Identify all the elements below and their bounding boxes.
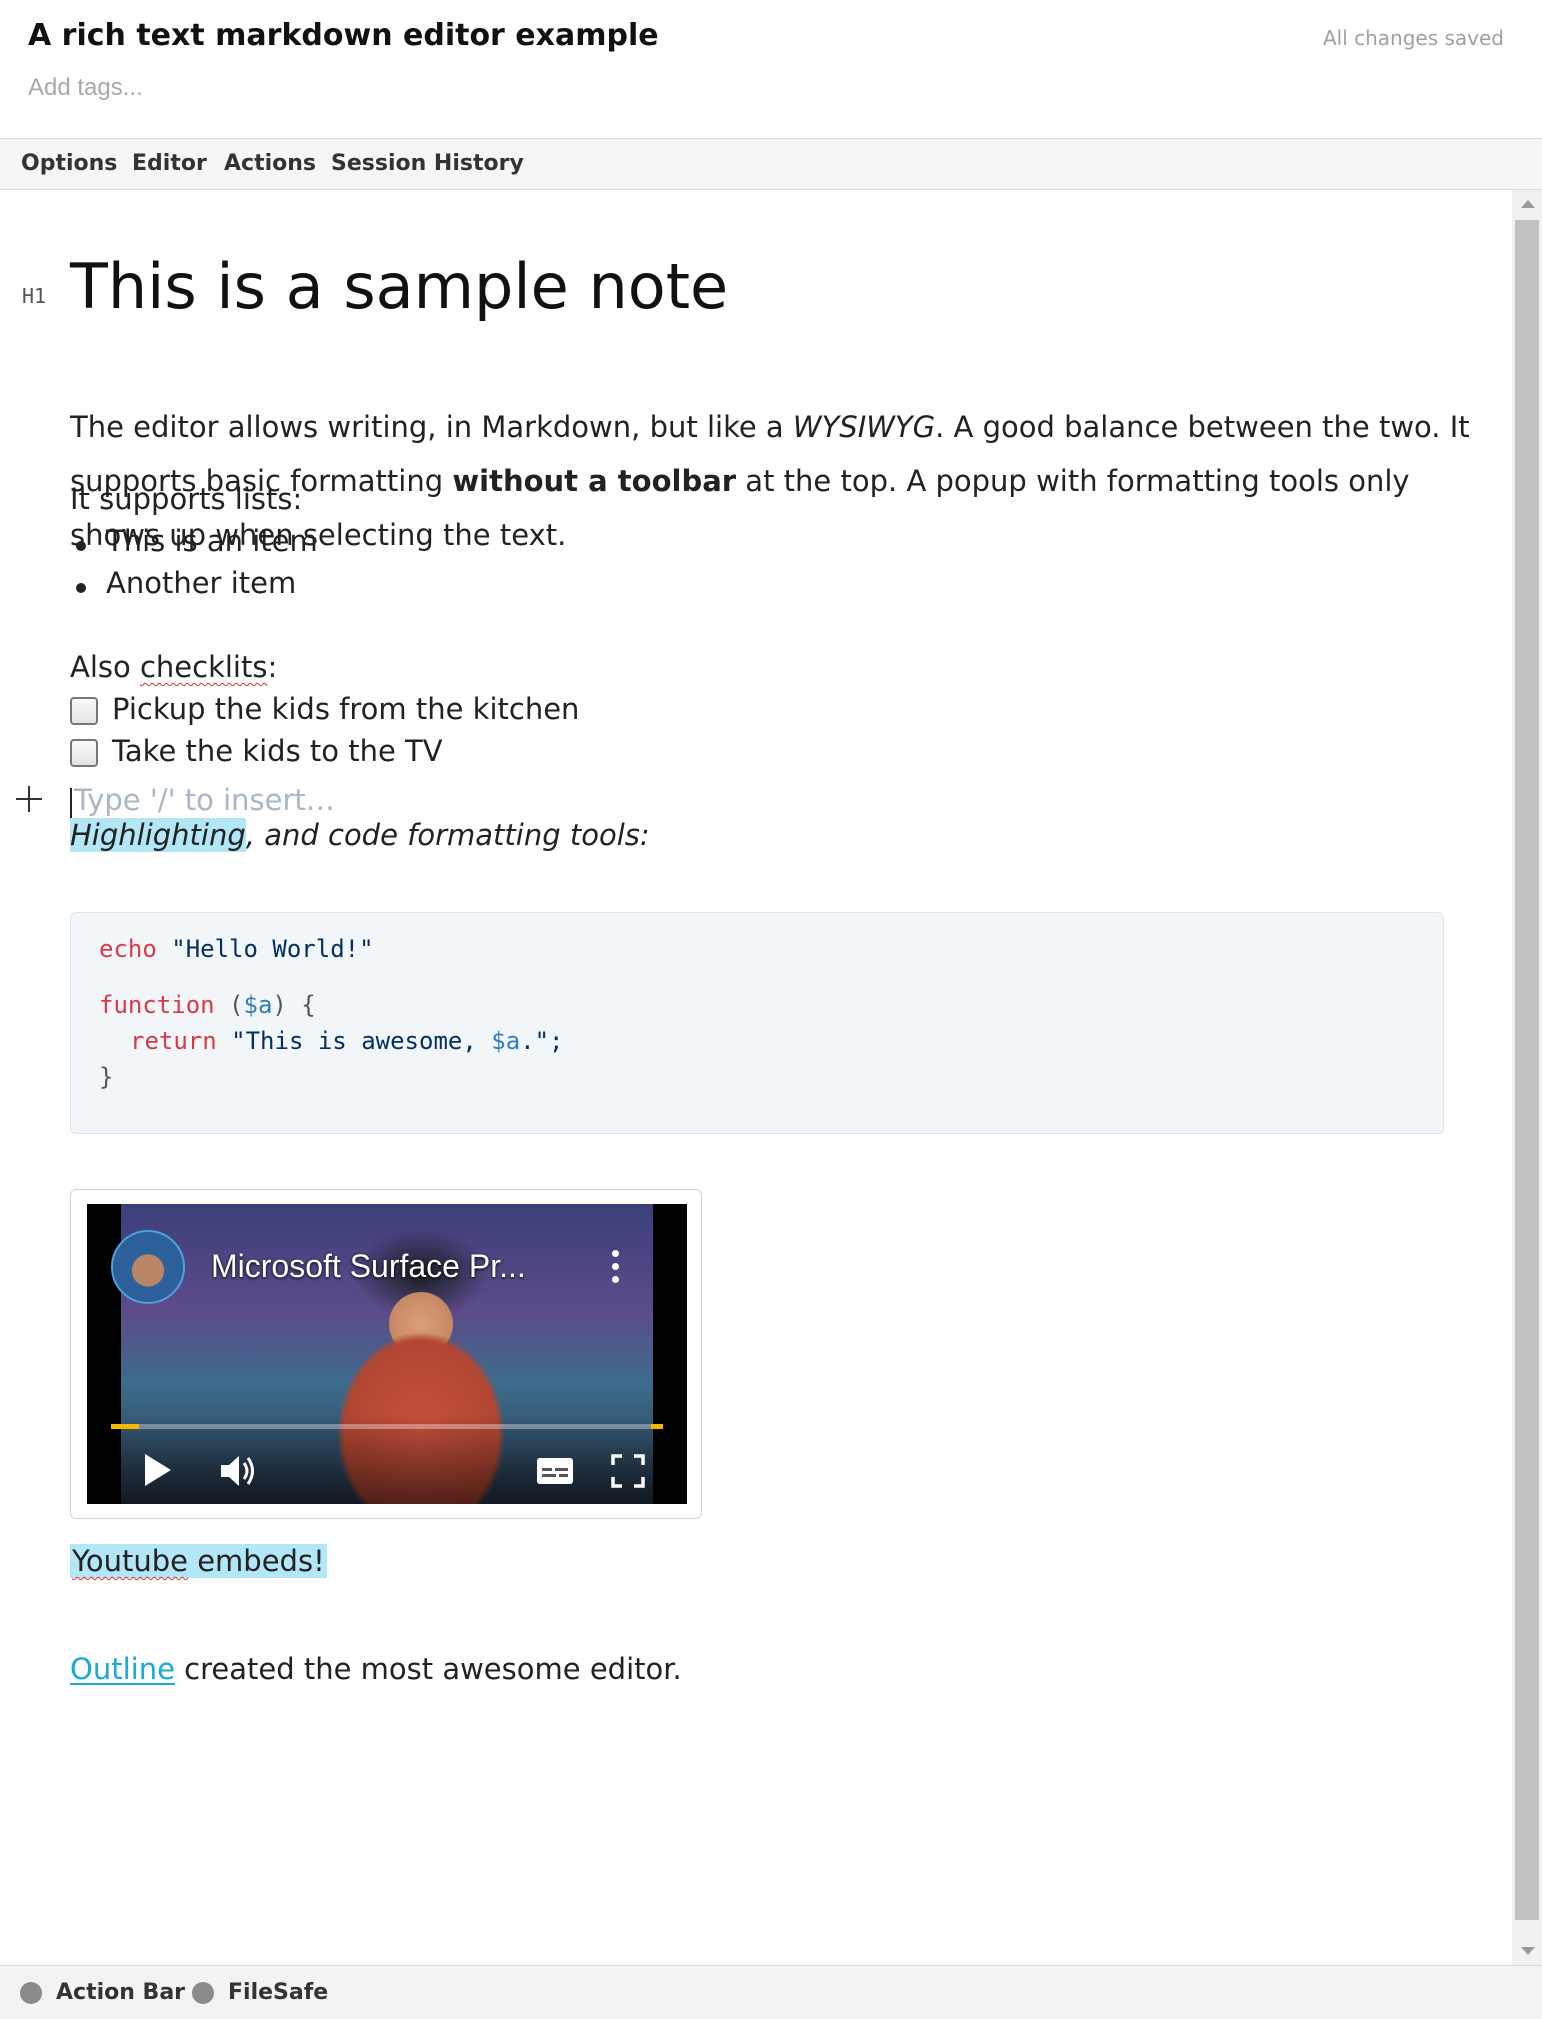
list-item[interactable]: Another item xyxy=(106,566,296,600)
play-icon[interactable] xyxy=(145,1454,171,1486)
misspelled-word: checklits xyxy=(139,650,268,684)
code-punctuation: ( xyxy=(214,991,244,1019)
tags-input[interactable]: Add tags... xyxy=(28,74,143,102)
footer-action-bar[interactable]: Action Bar xyxy=(56,1980,185,2005)
checklist-item[interactable]: Pickup the kids from the kitchen xyxy=(112,692,579,726)
scroll-up-arrow-icon[interactable] xyxy=(1521,200,1535,208)
lists-label[interactable]: It supports lists: xyxy=(70,482,302,516)
note-title[interactable]: A rich text markdown editor example xyxy=(28,18,659,53)
highlighted-text: Highlighting xyxy=(70,818,246,852)
volume-icon[interactable] xyxy=(219,1454,255,1488)
code-keyword: return xyxy=(130,1027,217,1055)
intro-emphasis: WYSIWYG xyxy=(792,410,936,444)
video-progress-marker xyxy=(651,1424,663,1429)
code-block[interactable]: echo "Hello World!" function ($a) { retu… xyxy=(70,912,1444,1134)
highlight-line-rest: , and code formatting tools: xyxy=(245,818,650,852)
captions-icon[interactable] xyxy=(537,1458,573,1484)
code-line: return "This is awesome, $a."; xyxy=(130,1027,564,1055)
note-header: A rich text markdown editor example Add … xyxy=(0,0,1542,139)
checklist-checkbox[interactable] xyxy=(70,739,98,767)
bullet-dot xyxy=(76,541,86,551)
footer-bar: Action Bar FileSafe xyxy=(0,1965,1542,2019)
video-title[interactable]: Microsoft Surface Pr... xyxy=(211,1248,526,1285)
code-line: echo "Hello World!" xyxy=(99,935,374,963)
checklist-label[interactable]: Also checklits: xyxy=(70,650,277,684)
code-keyword: function xyxy=(99,991,215,1019)
heading-level-marker: H1 xyxy=(22,284,47,308)
youtube-caption-rest: embeds! xyxy=(188,1544,325,1578)
code-variable: $a xyxy=(491,1027,521,1055)
checklist-checkbox[interactable] xyxy=(70,697,98,725)
note-heading[interactable]: This is a sample note xyxy=(70,250,728,323)
code-punctuation: ) { xyxy=(272,991,316,1019)
more-options-icon[interactable] xyxy=(611,1250,619,1284)
scrollbar-thumb[interactable] xyxy=(1515,220,1539,1920)
intro-text-1: The editor allows writing, in Markdown, … xyxy=(70,410,793,444)
checklist-label-prefix: Also xyxy=(70,650,140,684)
menu-options[interactable]: Options xyxy=(21,151,117,176)
video-progress-played xyxy=(111,1424,139,1429)
misspelled-word: Youtube xyxy=(72,1544,188,1578)
menu-actions[interactable]: Actions xyxy=(224,151,316,176)
youtube-caption[interactable]: Youtube embeds! xyxy=(70,1544,327,1578)
checklist-label-suffix: : xyxy=(267,650,278,684)
vertical-scrollbar[interactable] xyxy=(1512,190,1542,1965)
code-keyword: echo xyxy=(99,935,157,963)
closing-line-rest: created the most awesome editor. xyxy=(174,1652,682,1686)
insert-block-plus-icon[interactable] xyxy=(16,786,42,812)
footer-filesafe[interactable]: FileSafe xyxy=(228,1980,328,2005)
scroll-down-arrow-icon[interactable] xyxy=(1521,1947,1535,1955)
fullscreen-icon[interactable] xyxy=(611,1454,645,1488)
menu-bar: Options Editor Actions Session History xyxy=(0,139,1542,190)
outline-link[interactable]: Outline xyxy=(70,1652,175,1686)
save-status: All changes saved xyxy=(1322,26,1504,50)
code-string: "Hello World!" xyxy=(156,935,374,963)
intro-bold: without a toolbar xyxy=(452,464,737,498)
menu-editor[interactable]: Editor xyxy=(132,151,207,176)
code-variable: $a xyxy=(243,991,273,1019)
text-caret xyxy=(70,788,72,822)
code-string: ."; xyxy=(520,1027,564,1055)
closing-line[interactable]: Outline created the most awesome editor. xyxy=(70,1652,682,1686)
list-item[interactable]: This is an item xyxy=(106,524,318,558)
channel-avatar[interactable] xyxy=(111,1230,185,1304)
video-progress-bar[interactable] xyxy=(111,1424,663,1429)
code-line: } xyxy=(99,1063,114,1091)
bullet-dot xyxy=(76,583,86,593)
menu-session-history[interactable]: Session History xyxy=(331,151,524,176)
code-line: function ($a) { xyxy=(99,991,316,1019)
highlight-line[interactable]: Highlighting, and code formatting tools: xyxy=(70,818,650,852)
filesafe-status-dot xyxy=(192,1982,214,2004)
video-player[interactable]: Microsoft Surface Pr... xyxy=(87,1204,687,1504)
code-string: "This is awesome, xyxy=(216,1027,492,1055)
editor-content[interactable]: H1 This is a sample note The editor allo… xyxy=(0,190,1512,1965)
youtube-embed[interactable]: Microsoft Surface Pr... xyxy=(70,1189,702,1519)
action-bar-status-dot xyxy=(20,1982,42,2004)
insert-placeholder[interactable]: Type '/' to insert… xyxy=(74,783,335,817)
checklist-item[interactable]: Take the kids to the TV xyxy=(112,734,443,768)
